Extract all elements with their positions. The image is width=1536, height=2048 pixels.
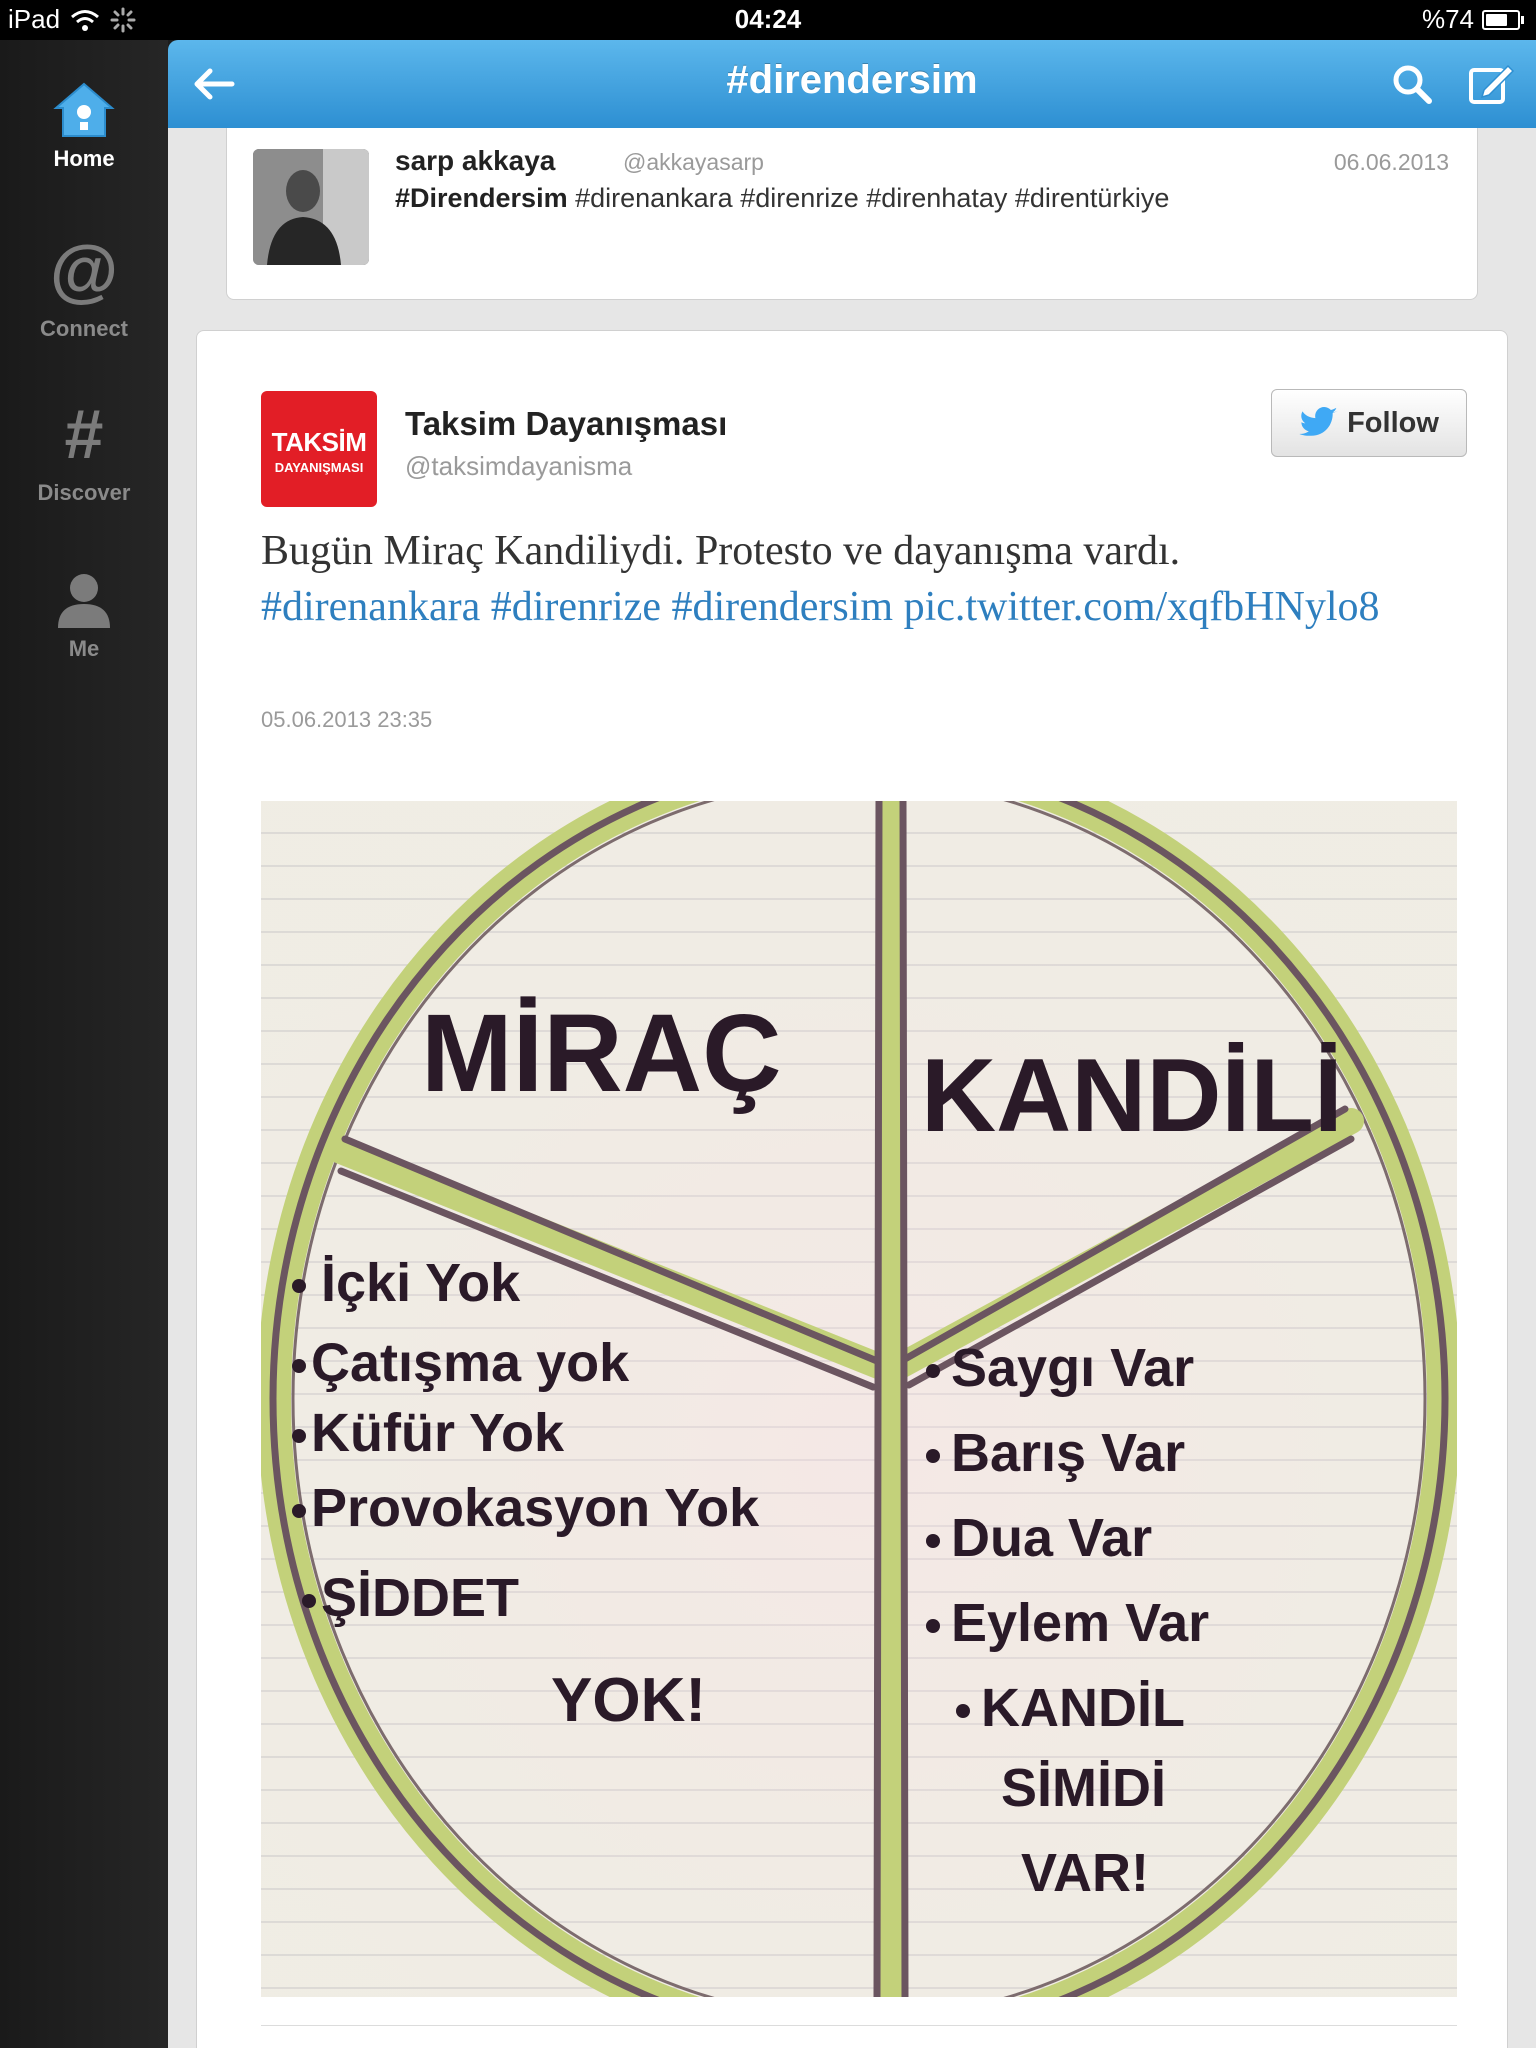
photo-right-item: Barış Var (951, 1423, 1185, 1483)
photo-right-item: Eylem Var (951, 1593, 1209, 1653)
sidebar-item-home[interactable]: Home (0, 80, 168, 172)
divider (261, 2025, 1457, 2026)
tweet-text: #Direndersim #direnankara #direnrize #di… (395, 183, 1169, 214)
photo-right-item: SİMİDİ (1001, 1758, 1166, 1818)
search-button[interactable] (1384, 58, 1440, 110)
sidebar-item-me[interactable]: Me (0, 570, 168, 662)
hash-icon: # (64, 395, 104, 473)
compose-button[interactable] (1464, 58, 1520, 110)
photo-left-item: ŞİDDET (321, 1568, 519, 1628)
avatar-photo (253, 149, 369, 265)
sidebar-item-label: Home (53, 146, 115, 171)
follow-button[interactable]: Follow (1271, 389, 1467, 457)
photo-left-item: Çatışma yok (311, 1333, 630, 1393)
avatar[interactable]: TAKSİM DAYANIŞMASI (261, 391, 377, 507)
person-icon (58, 574, 110, 628)
tweet-author-name[interactable]: Taksim Dayanışması (405, 405, 727, 443)
page-title: #direndersim (726, 58, 978, 102)
sidebar-item-discover[interactable]: # Discover (0, 394, 168, 506)
at-icon: @ (49, 231, 119, 309)
photo-title-right: KANDİLİ (921, 1038, 1343, 1154)
clock: 04:24 (734, 4, 802, 34)
timeline[interactable]: sarp akkaya @akkayasarp 06.06.2013 #Dire… (168, 128, 1536, 2048)
tweet-timestamp: 05.06.2013 23:35 (261, 707, 433, 732)
photo-right-item: VAR! (1021, 1843, 1149, 1903)
tweet-date: 06.06.2013 (1333, 149, 1449, 175)
avatar[interactable] (253, 149, 369, 265)
sidebar-item-connect[interactable]: @ Connect (0, 230, 168, 342)
hashtag-link[interactable]: #direnankara (261, 584, 480, 630)
tweet-card[interactable]: sarp akkaya @akkayasarp 06.06.2013 #Dire… (226, 128, 1478, 300)
status-bar: iPad 04:24 %74 (0, 0, 1536, 40)
tweet-text-rest: #direnankara #direnrize #direnhatay #dir… (567, 183, 1170, 213)
photo-left-item: Provokasyon Yok (311, 1478, 760, 1538)
hashtag-link[interactable]: #direndersim (671, 584, 893, 630)
tweet-body: Bugün Miraç Kandiliydi. Protesto ve daya… (261, 528, 1181, 574)
search-icon (1393, 65, 1432, 104)
logo-text-1: TAKSİM (271, 427, 367, 457)
top-nav-bar: #direndersim (168, 40, 1536, 129)
photo-right-item: Dua Var (951, 1508, 1152, 1568)
battery-icon (1482, 9, 1524, 30)
sidebar-item-label: Discover (37, 480, 131, 505)
sidebar-item-label: Me (68, 636, 100, 661)
tweet-author-handle: @taksimdayanisma (405, 451, 633, 481)
photo-left-item: Küfür Yok (311, 1403, 565, 1463)
photo-right-item: Saygı Var (951, 1338, 1194, 1398)
status-right: %74 (1421, 4, 1524, 35)
photo-title-left: MİRAÇ (421, 992, 782, 1115)
house-icon (53, 82, 115, 137)
twitter-bird-icon (1299, 407, 1339, 436)
sidebar-item-label: Connect (40, 316, 128, 341)
tweet-hashtag-bold[interactable]: #Direndersim (395, 183, 568, 213)
photo-right-item: KANDİL (981, 1678, 1185, 1738)
photo-left-item: İçki Yok (321, 1253, 521, 1313)
tweet-text: Bugün Miraç Kandiliydi. Protesto ve daya… (261, 523, 1441, 635)
photo-left-item: YOK! (551, 1666, 706, 1735)
sidebar: Home @ Connect # Discover Me (0, 40, 168, 2048)
tweet-photo[interactable]: MİRAÇ KANDİLİ İçki Yok Çatışma yok Küfür… (257, 742, 1461, 2048)
hashtag-link[interactable]: #direnrize (491, 584, 661, 630)
hand-drawn-peace-sign-image: MİRAÇ KANDİLİ İçki Yok Çatışma yok Küfür… (257, 742, 1461, 2048)
logo-text-2: DAYANIŞMASI (274, 460, 364, 475)
tweet-detail-card: TAKSİM DAYANIŞMASI Taksim Dayanışması @t… (196, 330, 1508, 2048)
compose-icon (1469, 64, 1515, 104)
tweet-author-name[interactable]: sarp akkaya (395, 145, 555, 177)
battery-percent: %74 (1421, 4, 1474, 34)
tweet-author-handle: @akkayasarp (623, 149, 764, 175)
media-link[interactable]: pic.twitter.com/xqfbHNylo8 (904, 584, 1380, 630)
follow-label: Follow (1347, 406, 1439, 439)
